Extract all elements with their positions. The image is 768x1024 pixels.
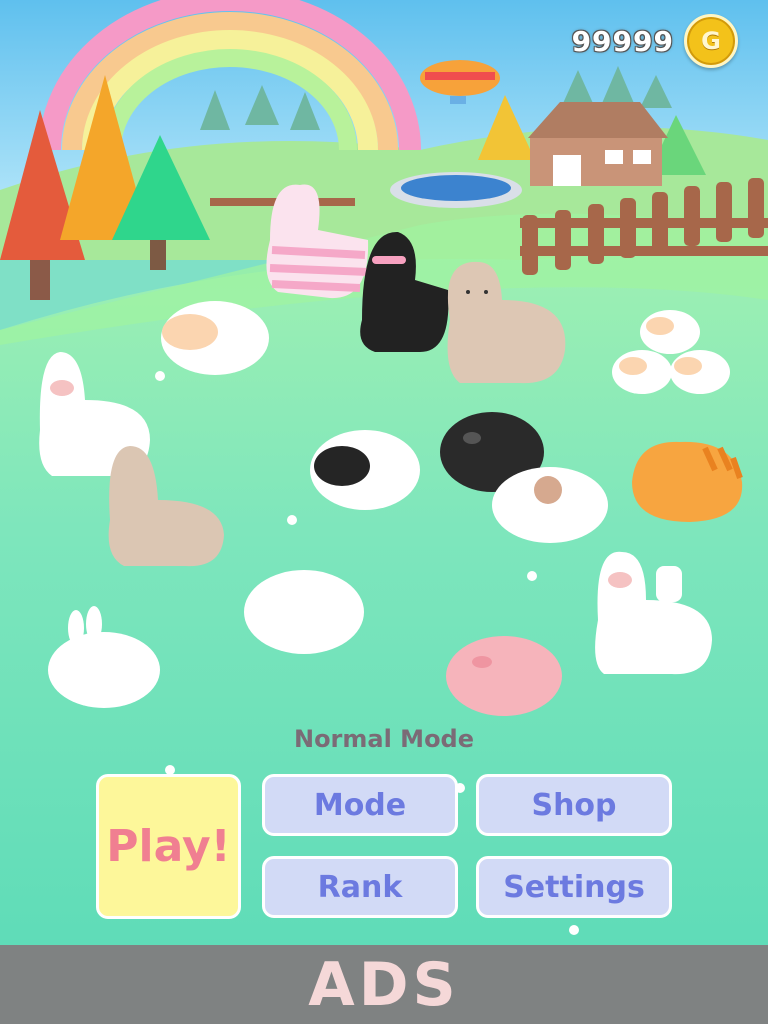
coin-symbol: G <box>701 27 721 55</box>
barn-icon <box>528 102 668 186</box>
pond-icon <box>390 172 522 208</box>
mode-button[interactable]: Mode <box>262 774 458 836</box>
current-mode-label: Normal Mode <box>293 725 475 753</box>
shop-button-label: Shop <box>531 787 617 823</box>
gold-coin-icon: G <box>684 14 738 68</box>
settings-button-label: Settings <box>503 869 645 905</box>
fluffy-sheep[interactable] <box>244 570 364 654</box>
orange-cat[interactable] <box>632 441 743 522</box>
settings-button[interactable]: Settings <box>476 856 672 918</box>
spotted-cat[interactable] <box>492 467 608 543</box>
rank-button[interactable]: Rank <box>262 856 458 918</box>
pink-pig[interactable] <box>446 636 562 716</box>
ads-banner[interactable]: ADS <box>0 945 768 1024</box>
coin-count: 99999 <box>571 24 674 58</box>
shop-button[interactable]: Shop <box>476 774 672 836</box>
rank-button-label: Rank <box>317 869 403 905</box>
sheep-left[interactable] <box>161 301 269 375</box>
black-face-sheep[interactable] <box>310 430 420 510</box>
coin-display: 99999 G <box>572 14 738 68</box>
play-button[interactable]: Play! <box>96 774 241 919</box>
play-button-label: Play! <box>106 821 231 872</box>
mode-button-label: Mode <box>313 787 407 823</box>
ads-label: ADS <box>308 949 460 1020</box>
